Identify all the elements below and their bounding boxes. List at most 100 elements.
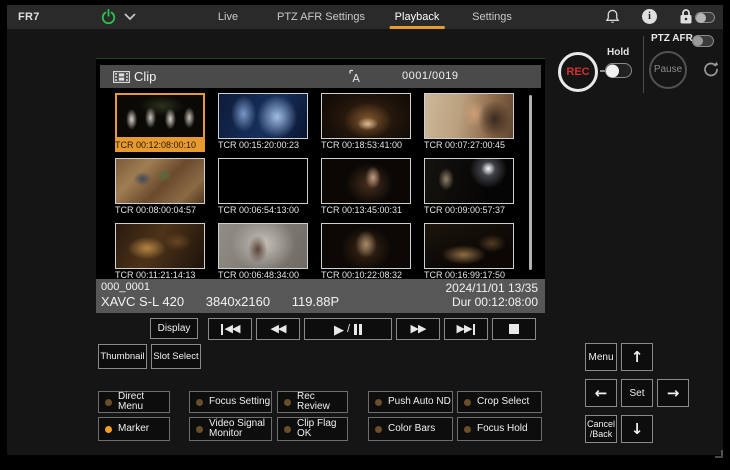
play-pause-separator: / [347, 323, 350, 335]
clip-duration: Dur 00:12:08:00 [452, 295, 538, 309]
clip-grid-scrollbar[interactable] [529, 95, 532, 270]
lock-icon[interactable] [679, 8, 693, 25]
notification-bell-icon[interactable] [605, 9, 620, 25]
skip-next-button[interactable]: ▶▶ [444, 318, 488, 340]
assign-button-focus-setting[interactable]: Focus Setting [189, 391, 272, 413]
assign-label: Clip Flag OK [297, 419, 347, 439]
rec-hold-toggle[interactable] [605, 63, 632, 78]
assign-led [105, 399, 112, 406]
assign-led [375, 426, 382, 433]
clip-video-thumbnail [115, 223, 205, 269]
tab-settings[interactable]: Settings [467, 5, 517, 29]
nav-left-button[interactable]: ← [585, 379, 617, 407]
clip-page-indicator: 0001/0019 [402, 70, 459, 82]
tab-playback[interactable]: Playback [390, 5, 445, 29]
clip-timecode: TCR 00:07:27:00:45 [424, 139, 514, 152]
assign-button-direct-menu[interactable]: Direct Menu [98, 391, 170, 413]
pause-button[interactable]: Pause [649, 51, 687, 89]
play-icon: ▶ [334, 323, 343, 336]
assign-label: Focus Hold [477, 424, 528, 434]
thumbnail-button[interactable]: Thumbnail [98, 344, 147, 369]
assign-led [105, 426, 112, 433]
clip-browser-panel: Clip A 0001/0019 TCR 00:12:08:00:10 TCR … [96, 58, 545, 312]
clip-video-thumbnail [115, 93, 205, 139]
stop-icon [509, 324, 519, 334]
power-icon[interactable] [100, 8, 117, 25]
cancel-back-button[interactable]: Cancel /Back [585, 415, 617, 443]
device-name: FR7 [18, 11, 40, 23]
clip-item[interactable]: TCR 00:06:48:34:00 [218, 223, 308, 282]
ptz-afr-reset-icon[interactable] [701, 60, 721, 80]
slot-select-button[interactable]: Slot Select [151, 344, 201, 369]
clip-datetime: 2024/11/01 13/35 [445, 281, 538, 295]
menu-button[interactable]: Menu [585, 343, 617, 371]
clip-item[interactable]: TCR 00:16:99:17:50 [424, 223, 514, 282]
clip-item[interactable]: TCR 00:06:54:13:00 [218, 158, 308, 217]
ptz-afr-toggle[interactable] [692, 35, 714, 47]
tab-live[interactable]: Live [213, 5, 243, 29]
clip-item[interactable]: TCR 00:11:21:14:13 [115, 223, 205, 282]
toggle-knob [606, 64, 619, 77]
film-strip-icon [113, 71, 130, 83]
assign-button-crop-select[interactable]: Crop Select [457, 391, 542, 413]
assign-button-push-auto-nd[interactable]: Push Auto ND [368, 391, 453, 413]
clip-item[interactable]: TCR 00:12:08:00:10 [115, 93, 205, 152]
skip-prev-icon: ◀◀ [225, 324, 240, 335]
tab-ptz-afr-settings[interactable]: PTZ AFR Settings [272, 5, 370, 29]
assign-button-video-signal-monitor[interactable]: Video Signal Monitor [189, 417, 272, 441]
rewind-button[interactable]: ◀◀ [256, 318, 300, 340]
set-button[interactable]: Set [621, 379, 653, 407]
chevron-down-icon[interactable] [124, 12, 136, 21]
assign-led [284, 426, 291, 433]
nav-down-button[interactable]: ↓ [621, 415, 653, 443]
clip-video-thumbnail [218, 158, 308, 204]
arrow-left-icon: ← [595, 384, 608, 402]
toggle-knob [693, 36, 703, 46]
clip-item[interactable]: TCR 00:07:27:00:45 [424, 93, 514, 152]
skip-prev-button[interactable]: ◀◀ [208, 318, 252, 340]
clip-item[interactable]: TCR 00:10:22:08:32 [321, 223, 411, 282]
assign-label: Crop Select [477, 397, 529, 407]
assign-led [284, 399, 291, 406]
clip-video-thumbnail [321, 158, 411, 204]
assign-button-rec-review[interactable]: Rec Review [277, 391, 348, 413]
assign-led [464, 399, 471, 406]
skip-next-bar-icon [473, 324, 475, 335]
arrow-right-icon: → [667, 384, 680, 402]
clip-name: 000_0001 [101, 281, 150, 293]
skip-prev-bar-icon [221, 324, 223, 335]
clip-browser-header: Clip A 0001/0019 [100, 65, 541, 88]
skip-next-icon: ▶▶ [457, 324, 472, 335]
nav-right-button[interactable]: → [657, 379, 689, 407]
clip-item[interactable]: TCR 00:15:20:00:23 [218, 93, 308, 152]
rec-button[interactable]: REC [558, 52, 598, 92]
assign-button-focus-hold[interactable]: Focus Hold [457, 417, 542, 441]
clip-item[interactable]: TCR 00:09:00:57:37 [424, 158, 514, 217]
assign-button-clip-flag-ok[interactable]: Clip Flag OK [277, 417, 348, 441]
assign-button-color-bars[interactable]: Color Bars [368, 417, 453, 441]
pause-icon [359, 324, 362, 335]
toggle-knob [696, 13, 706, 23]
clip-timecode: TCR 00:08:00:04:57 [115, 204, 205, 217]
clip-codec: XAVC S-L 420 [101, 294, 184, 309]
clip-name-format-icon[interactable]: A [349, 69, 363, 84]
clip-thumbnail-grid: TCR 00:12:08:00:10 TCR 00:15:20:00:23 TC… [115, 93, 514, 282]
play-pause-button[interactable]: ▶ / [304, 318, 392, 340]
clip-timecode: TCR 00:12:08:00:10 [115, 139, 205, 152]
fast-forward-button[interactable]: ▶▶ [396, 318, 440, 340]
info-icon[interactable]: i [642, 9, 657, 24]
lock-toggle[interactable] [695, 12, 715, 23]
back-label: /Back [590, 429, 613, 439]
clip-item[interactable]: TCR 00:13:45:00:31 [321, 158, 411, 217]
clip-video-thumbnail [424, 223, 514, 269]
window-resize-handle[interactable] [715, 450, 723, 458]
clip-item[interactable]: TCR 00:18:53:41:00 [321, 93, 411, 152]
nav-up-button[interactable]: ↑ [621, 343, 653, 371]
stop-button[interactable] [492, 318, 536, 340]
display-button[interactable]: Display [150, 318, 198, 339]
clip-timecode: TCR 00:18:53:41:00 [321, 139, 411, 152]
assign-button-marker[interactable]: Marker [98, 417, 170, 441]
clip-video-thumbnail [115, 158, 205, 204]
clip-item[interactable]: TCR 00:08:00:04:57 [115, 158, 205, 217]
control-divider [643, 36, 644, 93]
